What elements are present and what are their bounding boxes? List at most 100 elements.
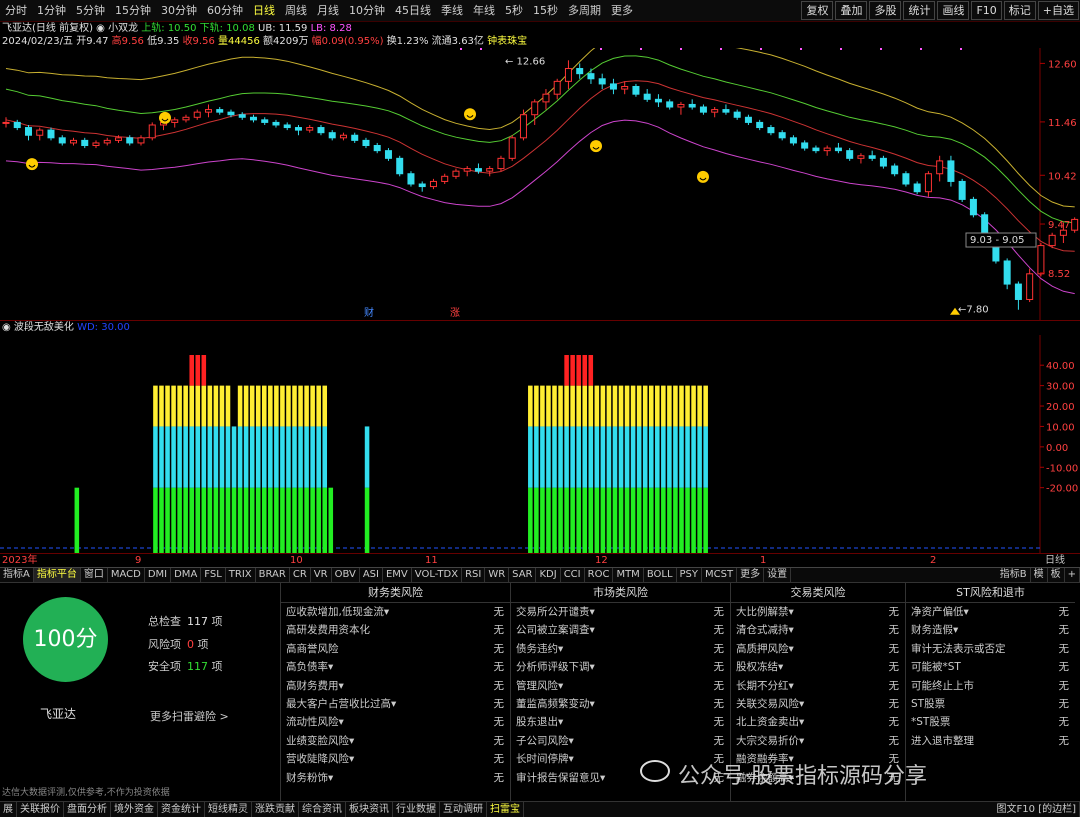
risk-item[interactable]: 进入退市整理 无: [906, 732, 1075, 750]
risk-item[interactable]: 可能被*ST 无: [906, 658, 1075, 676]
indicator-tab[interactable]: PSY: [677, 568, 703, 582]
indicator-tab[interactable]: 指标A: [0, 568, 34, 582]
indicator-tab[interactable]: 设置: [764, 568, 792, 582]
more-scan-link[interactable]: 更多扫雷避险 >: [150, 708, 229, 724]
indicator-tab[interactable]: 板: [1048, 568, 1065, 582]
risk-item[interactable]: 应收款增加,低现金流▾ 无: [281, 603, 510, 621]
period-tab[interactable]: 5秒: [500, 0, 528, 21]
indicator-tab[interactable]: MTM: [613, 568, 644, 582]
indicator-tab[interactable]: CR: [290, 568, 311, 582]
risk-item[interactable]: 审计无法表示或否定 无: [906, 640, 1075, 658]
toolbar-button[interactable]: 多股: [869, 1, 902, 20]
indicator-tab[interactable]: DMA: [171, 568, 202, 582]
price-chart[interactable]: 12.60 11.46 10.42 9.47 8.52 ← 12.66 ←7.80 9.03 …: [0, 48, 1080, 320]
risk-item[interactable]: 分析师评级下调▾ 无: [511, 658, 730, 676]
period-tab[interactable]: 分时: [0, 0, 32, 21]
indicator-title[interactable]: 波段无敌美化: [14, 322, 74, 333]
risk-item[interactable]: 财务粉饰▾ 无: [281, 769, 510, 787]
indicator-tab[interactable]: 更多: [737, 568, 765, 582]
period-tab[interactable]: 10分钟: [344, 0, 390, 21]
indicator-tab[interactable]: ASI: [360, 568, 383, 582]
status-tab[interactable]: 综合资讯: [299, 802, 346, 817]
indicator-tab[interactable]: FSL: [201, 568, 226, 582]
risk-item[interactable]: 大宗交易折价▾ 无: [731, 732, 905, 750]
toolbar-button[interactable]: F10: [971, 1, 1002, 20]
indicator-tab[interactable]: KDJ: [536, 568, 561, 582]
status-tab[interactable]: 关联报价: [17, 802, 64, 817]
toolbar-button[interactable]: 叠加: [835, 1, 868, 20]
period-tab[interactable]: 60分钟: [202, 0, 248, 21]
indicator-tab[interactable]: BOLL: [644, 568, 677, 582]
indicator-tab[interactable]: 指标B: [997, 568, 1031, 582]
indicator-tab[interactable]: MACD: [108, 568, 145, 582]
risk-item[interactable]: 长期不分红▾ 无: [731, 677, 905, 695]
risk-item[interactable]: 高质押风险▾ 无: [731, 640, 905, 658]
indicator-tab[interactable]: OBV: [332, 568, 360, 582]
risk-item[interactable]: 净资产偏低▾ 无: [906, 603, 1075, 621]
period-tab[interactable]: 1分钟: [32, 0, 71, 21]
toolbar-button[interactable]: 复权: [801, 1, 834, 20]
period-tab[interactable]: 月线: [312, 0, 344, 21]
toolbar-button[interactable]: 画线: [937, 1, 970, 20]
indicator-tab[interactable]: VR: [311, 568, 332, 582]
period-tab[interactable]: 45日线: [390, 0, 436, 21]
period-tab[interactable]: 15分钟: [110, 0, 156, 21]
indicator-tab[interactable]: BRAR: [256, 568, 290, 582]
status-tab[interactable]: 涨跌贡献: [252, 802, 299, 817]
period-tab[interactable]: 30分钟: [156, 0, 202, 21]
risk-item[interactable]: 高研发费用资本化 无: [281, 621, 510, 639]
period-tab[interactable]: 周线: [280, 0, 312, 21]
period-tab[interactable]: 多周期: [563, 0, 606, 21]
status-right-text[interactable]: 图文F10 [的边栏]: [994, 802, 1080, 817]
indicator-tab[interactable]: 模: [1031, 568, 1048, 582]
risk-item[interactable]: 管理风险▾ 无: [511, 677, 730, 695]
toolbar-button[interactable]: 统计: [903, 1, 936, 20]
risk-item[interactable]: 北上资金卖出▾ 无: [731, 713, 905, 731]
period-tab[interactable]: 年线: [468, 0, 500, 21]
risk-item[interactable]: 流动性风险▾ 无: [281, 713, 510, 731]
indicator-tab[interactable]: VOL-TDX: [412, 568, 463, 582]
risk-item[interactable]: 最大客户占营收比过高▾ 无: [281, 695, 510, 713]
period-tab[interactable]: 15秒: [528, 0, 563, 21]
status-tab[interactable]: 板块资讯: [346, 802, 393, 817]
indicator-tab[interactable]: +: [1065, 568, 1080, 582]
status-tab[interactable]: 境外资金: [111, 802, 158, 817]
toolbar-button[interactable]: +自选: [1037, 1, 1079, 20]
indicator-tab[interactable]: RSI: [462, 568, 486, 582]
indicator-tab[interactable]: CCI: [561, 568, 585, 582]
event-marker[interactable]: 涨: [450, 307, 460, 319]
risk-item[interactable]: 交易所公开谴责▾ 无: [511, 603, 730, 621]
risk-item[interactable]: 可能终止上市 无: [906, 677, 1075, 695]
risk-item[interactable]: 高财务费用▾ 无: [281, 677, 510, 695]
risk-item[interactable]: 债务违约▾ 无: [511, 640, 730, 658]
status-tab[interactable]: 互动调研: [440, 802, 487, 817]
risk-item[interactable]: 股东退出▾ 无: [511, 713, 730, 731]
risk-item[interactable]: 董监高频繁变动▾ 无: [511, 695, 730, 713]
risk-item[interactable]: 公司被立案调查▾ 无: [511, 621, 730, 639]
indicator-tab[interactable]: 窗口: [81, 568, 108, 582]
event-marker[interactable]: 财: [364, 306, 374, 319]
risk-item[interactable]: 股权冻结▾ 无: [731, 658, 905, 676]
status-tab[interactable]: 扫雷宝: [487, 802, 524, 817]
indicator-tab[interactable]: EMV: [383, 568, 412, 582]
indicator-name[interactable]: 小双龙: [108, 23, 138, 34]
risk-item[interactable]: 关联交易风险▾ 无: [731, 695, 905, 713]
period-tab[interactable]: 更多: [606, 0, 638, 21]
status-tab[interactable]: 短线精灵: [205, 802, 252, 817]
period-tab[interactable]: 5分钟: [71, 0, 110, 21]
indicator-tab[interactable]: DMI: [145, 568, 172, 582]
risk-item[interactable]: 高商誉风险 无: [281, 640, 510, 658]
risk-item[interactable]: 子公司风险▾ 无: [511, 732, 730, 750]
status-tab[interactable]: 展: [0, 802, 17, 817]
indicator-chart[interactable]: 40.00 30.00 20.00 10.00 0.00 -10.00 -20.00: [0, 335, 1080, 553]
indicator-tab[interactable]: MCST: [702, 568, 738, 582]
status-tab[interactable]: 盘面分析: [64, 802, 111, 817]
indicator-tab[interactable]: ROC: [585, 568, 614, 582]
status-tab[interactable]: 行业数据: [393, 802, 440, 817]
status-tab[interactable]: 资金统计: [158, 802, 205, 817]
risk-item[interactable]: ST股票 无: [906, 695, 1075, 713]
period-tab[interactable]: 季线: [436, 0, 468, 21]
risk-item[interactable]: 财务造假▾ 无: [906, 621, 1075, 639]
indicator-tab[interactable]: SAR: [509, 568, 537, 582]
indicator-tab[interactable]: 指标平台: [33, 568, 81, 582]
